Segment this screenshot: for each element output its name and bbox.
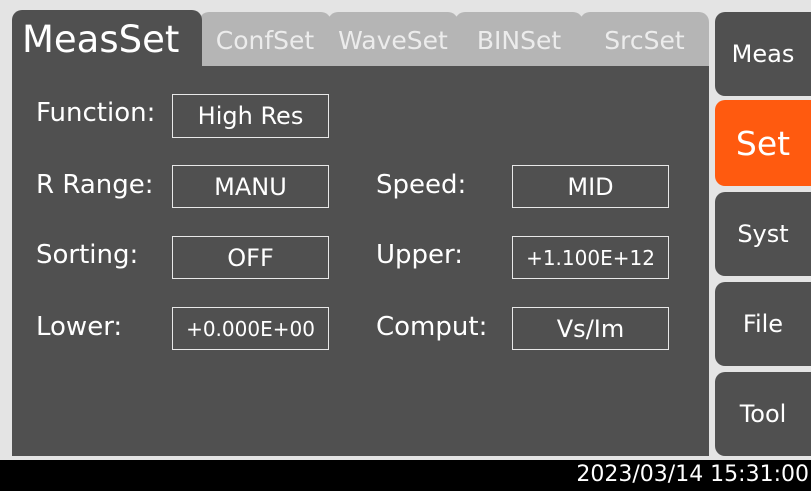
datetime-display: 2023/03/14 15:31:00 <box>576 462 809 487</box>
sidebar-item-file[interactable]: File <box>715 282 811 366</box>
tab-srcset[interactable]: SrcSet <box>580 12 709 68</box>
speed-field[interactable]: MID <box>512 165 669 208</box>
lower-field[interactable]: +0.000E+00 <box>172 307 329 350</box>
tab-binset[interactable]: BINSet <box>455 12 583 68</box>
upper-label: Upper: <box>376 240 464 270</box>
tab-measset[interactable]: MeasSet <box>12 10 202 68</box>
upper-field[interactable]: +1.100E+12 <box>512 236 669 279</box>
sorting-field[interactable]: OFF <box>172 236 329 279</box>
r-range-field[interactable]: MANU <box>172 165 329 208</box>
speed-label: Speed: <box>376 170 467 200</box>
sidebar-item-meas[interactable]: Meas <box>715 12 811 96</box>
function-label: Function: <box>36 98 156 128</box>
sidebar-item-tool[interactable]: Tool <box>715 372 811 456</box>
tab-confset[interactable]: ConfSet <box>199 12 331 68</box>
function-field[interactable]: High Res <box>172 94 329 138</box>
comput-field[interactable]: Vs/Im <box>512 307 669 350</box>
comput-label: Comput: <box>376 312 488 342</box>
lower-label: Lower: <box>36 312 123 342</box>
r-range-label: R Range: <box>36 170 154 200</box>
tab-waveset[interactable]: WaveSet <box>328 12 458 68</box>
sorting-label: Sorting: <box>36 240 139 270</box>
sidebar-item-syst[interactable]: Syst <box>715 192 811 276</box>
sidebar-item-set[interactable]: Set <box>715 100 811 186</box>
status-bar: 2023/03/14 15:31:00 <box>0 460 811 491</box>
